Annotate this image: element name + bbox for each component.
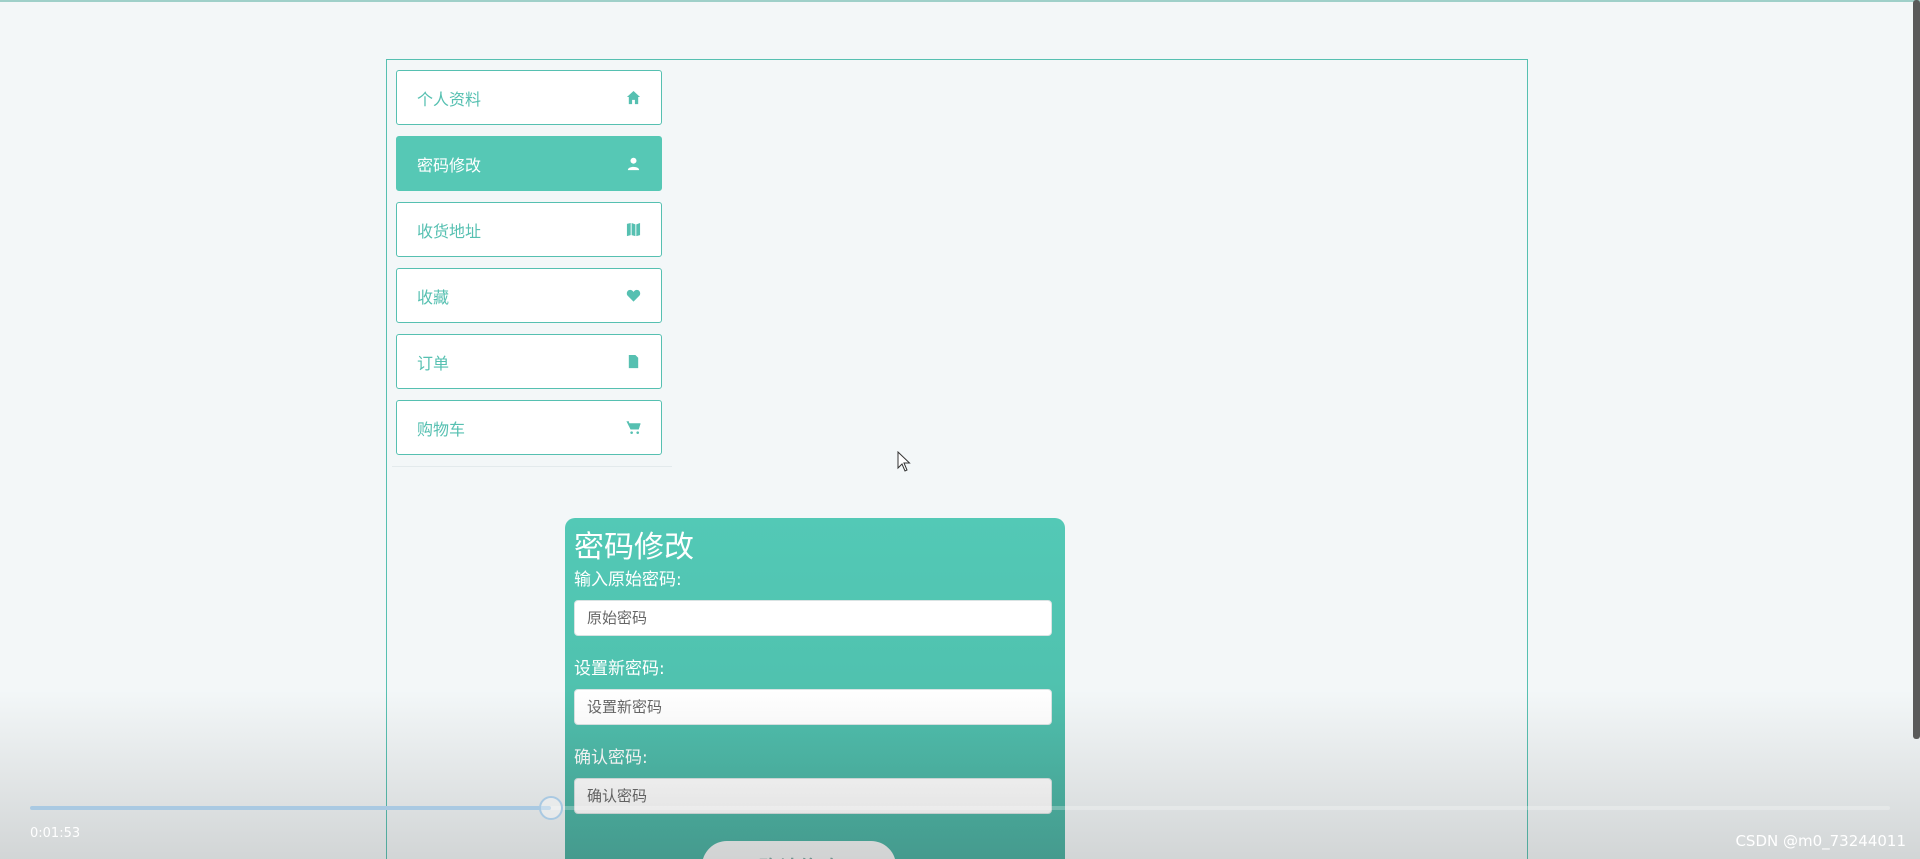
sidebar-item-favorites[interactable]: 收藏 <box>396 268 662 323</box>
submit-button[interactable]: 确认修改 <box>702 841 896 859</box>
sidebar-item-label: 购物车 <box>417 419 466 439</box>
mouse-cursor-icon <box>897 451 911 472</box>
sidebar-item-orders[interactable]: 订单 <box>396 334 662 389</box>
video-progress-fill <box>30 806 551 810</box>
scrollbar[interactable] <box>1913 0 1920 739</box>
old-password-input[interactable] <box>574 600 1052 636</box>
video-progress-handle[interactable] <box>538 796 563 820</box>
top-border <box>0 0 1920 2</box>
confirm-password-label: 确认密码: <box>574 748 648 768</box>
sidebar-item-cart[interactable]: 购物车 <box>396 400 662 455</box>
old-password-label: 输入原始密码: <box>574 570 682 590</box>
video-timecode: 0:01:53 <box>30 826 81 841</box>
new-password-input[interactable] <box>574 689 1052 725</box>
sidebar-item-address[interactable]: 收货地址 <box>396 202 662 257</box>
sidebar-item-label: 收货地址 <box>417 221 482 241</box>
sidebar-item-label: 密码修改 <box>417 155 482 175</box>
map-icon <box>626 222 641 237</box>
page-title: 密码修改 <box>574 530 694 565</box>
user-icon <box>627 157 640 171</box>
sidebar-item-label: 个人资料 <box>417 89 482 109</box>
sidebar-item-label: 订单 <box>417 353 450 373</box>
cart-icon <box>626 421 641 434</box>
heart-icon <box>626 289 641 302</box>
sidebar-item-password[interactable]: 密码修改 <box>396 136 662 191</box>
sidebar-item-profile[interactable]: 个人资料 <box>396 70 662 125</box>
video-progress-bar[interactable] <box>30 796 1890 820</box>
watermark: CSDN @m0_73244011 <box>1735 832 1906 850</box>
file-icon <box>628 354 639 369</box>
new-password-label: 设置新密码: <box>574 659 665 679</box>
sidebar-item-label: 收藏 <box>417 287 450 307</box>
user-sidebar: 个人资料 密码修改 收货地址 收藏 订单 购物车 <box>396 70 662 466</box>
home-icon <box>626 90 641 105</box>
sidebar-divider <box>392 466 672 467</box>
